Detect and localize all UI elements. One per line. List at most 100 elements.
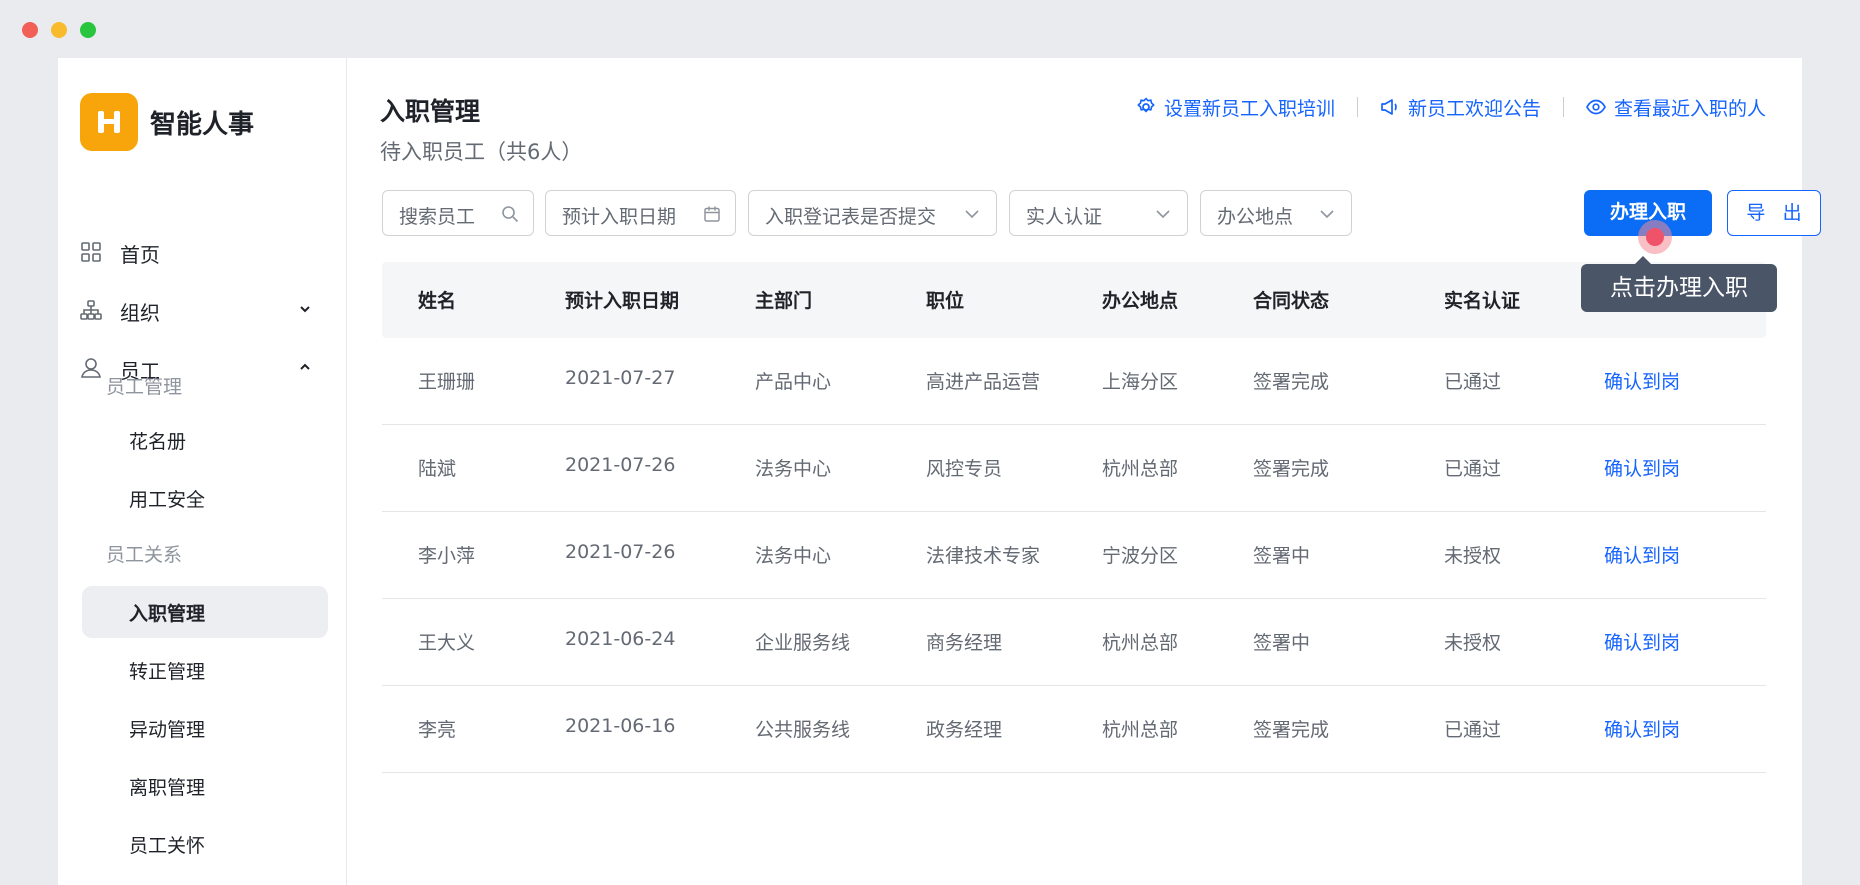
cell-date: 2021-07-26 xyxy=(565,541,676,563)
cell-auth: 未授权 xyxy=(1444,545,1502,567)
sidebar-item-transfer[interactable]: 异动管理 xyxy=(82,702,328,754)
column-header-date: 预计入职日期 xyxy=(565,290,680,312)
cell-name: 陆斌 xyxy=(418,458,457,480)
sidebar-item-label: 异动管理 xyxy=(129,719,206,741)
cell-name: 王珊珊 xyxy=(418,371,476,393)
confirm-arrival-link[interactable]: 确认到岗 xyxy=(1604,454,1680,481)
cell-contract: 签署完成 xyxy=(1253,719,1330,741)
minimize-window-button[interactable] xyxy=(51,22,67,38)
sidebar-item-label: 用工安全 xyxy=(129,489,206,511)
cell-auth: 已通过 xyxy=(1444,458,1502,480)
cell-position: 政务经理 xyxy=(926,719,1003,741)
nav-item-organization[interactable]: 组织 xyxy=(58,288,347,332)
cell-dept: 公共服务线 xyxy=(755,719,851,741)
eye-icon xyxy=(1586,99,1606,115)
recent-hires-link[interactable]: 查看最近入职的人 xyxy=(1586,94,1766,121)
cell-contract: 签署完成 xyxy=(1253,458,1330,480)
sidebar-item-onboarding[interactable]: 入职管理 xyxy=(82,586,328,638)
welcome-announcement-link[interactable]: 新员工欢迎公告 xyxy=(1380,94,1541,121)
click-indicator xyxy=(1638,220,1672,254)
sidebar-item-roster[interactable]: 花名册 xyxy=(82,414,328,466)
cell-date: 2021-06-24 xyxy=(565,628,676,650)
maximize-window-button[interactable] xyxy=(80,22,96,38)
export-button[interactable]: 导 出 xyxy=(1727,190,1821,236)
cell-dept: 企业服务线 xyxy=(755,632,851,654)
sidebar-item-resignation[interactable]: 离职管理 xyxy=(82,760,328,812)
logo-h-icon xyxy=(98,111,120,133)
cell-office: 上海分区 xyxy=(1102,371,1179,393)
chevron-down-icon xyxy=(965,210,979,219)
real-auth-select[interactable]: 实人认证 xyxy=(1009,190,1188,236)
sidebar-item-label: 入职管理 xyxy=(129,603,206,625)
form-submitted-select[interactable]: 入职登记表是否提交 xyxy=(748,190,997,236)
cell-auth: 未授权 xyxy=(1444,632,1502,654)
header-links: 设置新员工入职培训 新员工欢迎公告 查看最近入职的人 xyxy=(1136,92,1766,122)
nav-label: 组织 xyxy=(120,301,160,325)
cell-auth: 已通过 xyxy=(1444,371,1502,393)
group-heading-employee-relations: 员工关系 xyxy=(106,544,183,566)
group-heading-employee-management: 员工管理 xyxy=(106,376,183,398)
cell-dept: 法务中心 xyxy=(755,458,832,480)
cell-name: 李亮 xyxy=(418,719,457,741)
search-placeholder: 搜索员工 xyxy=(399,206,476,228)
column-header-office: 办公地点 xyxy=(1102,290,1179,312)
app-logo xyxy=(80,93,138,151)
sidebar-item-employment-safety[interactable]: 用工安全 xyxy=(82,472,328,524)
brand-name: 智能人事 xyxy=(150,110,255,140)
org-chart-icon xyxy=(80,300,102,320)
sidebar-item-label: 花名册 xyxy=(129,431,187,453)
column-header-position: 职位 xyxy=(926,290,965,312)
chevron-down-icon xyxy=(300,306,310,313)
link-label: 设置新员工入职培训 xyxy=(1163,97,1335,120)
calendar-icon xyxy=(704,206,720,222)
cell-position: 商务经理 xyxy=(926,632,1003,654)
cell-date: 2021-07-27 xyxy=(565,367,676,389)
chevron-down-icon xyxy=(1156,210,1170,219)
column-header-dept: 主部门 xyxy=(755,290,813,312)
nav-item-employees[interactable]: 员工 xyxy=(58,346,347,390)
cell-office: 杭州总部 xyxy=(1102,458,1179,480)
app-window: 智能人事 首页 组织 员工 员工管理 花名册 用工安全 员工关系 入职管理 转正… xyxy=(58,58,1821,885)
confirm-arrival-link[interactable]: 确认到岗 xyxy=(1604,628,1680,655)
main-content: 入职管理 待入职员工（共6人） 设置新员工入职培训 新员工欢迎公告 查看最近入职… xyxy=(348,58,1821,885)
cell-office: 杭州总部 xyxy=(1102,632,1179,654)
cell-contract: 签署中 xyxy=(1253,545,1311,567)
table-row: 李小萍 2021-07-26 法务中心 法律技术专家 宁波分区 签署中 未授权 … xyxy=(382,512,1766,599)
close-window-button[interactable] xyxy=(22,22,38,38)
column-header-contract: 合同状态 xyxy=(1253,290,1330,312)
grid-icon xyxy=(81,242,101,262)
divider xyxy=(1562,97,1564,117)
page-title: 入职管理 xyxy=(380,97,481,126)
confirm-arrival-link[interactable]: 确认到岗 xyxy=(1604,541,1680,568)
cell-dept: 产品中心 xyxy=(755,371,832,393)
link-label: 查看最近入职的人 xyxy=(1613,97,1766,120)
cell-office: 杭州总部 xyxy=(1102,719,1179,741)
gear-icon xyxy=(1137,97,1155,113)
onboarding-date-picker[interactable]: 预计入职日期 xyxy=(545,190,736,236)
office-select[interactable]: 办公地点 xyxy=(1200,190,1352,236)
sidebar-item-label: 转正管理 xyxy=(129,661,206,683)
select-value: 办公地点 xyxy=(1217,206,1294,228)
select-value: 实人认证 xyxy=(1026,206,1103,228)
column-header-auth: 实名认证 xyxy=(1444,290,1521,312)
cell-office: 宁波分区 xyxy=(1102,545,1179,567)
confirm-arrival-link[interactable]: 确认到岗 xyxy=(1604,715,1680,742)
select-value: 入职登记表是否提交 xyxy=(765,206,937,228)
nav-item-home[interactable]: 首页 xyxy=(58,230,347,274)
chevron-down-icon xyxy=(1320,210,1334,219)
confirm-arrival-link[interactable]: 确认到岗 xyxy=(1604,367,1680,394)
table-row: 王大义 2021-06-24 企业服务线 商务经理 杭州总部 签署中 未授权 确… xyxy=(382,599,1766,686)
cell-contract: 签署中 xyxy=(1253,632,1311,654)
date-placeholder: 预计入职日期 xyxy=(562,206,677,228)
search-input[interactable]: 搜索员工 xyxy=(382,190,534,236)
sidebar-item-employee-care[interactable]: 员工关怀 xyxy=(82,818,328,870)
nav-label: 首页 xyxy=(120,243,160,267)
user-icon xyxy=(81,358,101,378)
setup-training-link[interactable]: 设置新员工入职培训 xyxy=(1136,94,1335,121)
sidebar: 智能人事 首页 组织 员工 员工管理 花名册 用工安全 员工关系 入职管理 转正… xyxy=(58,58,347,885)
cell-name: 李小萍 xyxy=(418,545,476,567)
table-row: 陆斌 2021-07-26 法务中心 风控专员 杭州总部 签署完成 已通过 确认… xyxy=(382,425,1766,512)
sidebar-item-regularization[interactable]: 转正管理 xyxy=(82,644,328,696)
megaphone-icon xyxy=(1381,99,1397,115)
cell-name: 王大义 xyxy=(418,632,476,654)
